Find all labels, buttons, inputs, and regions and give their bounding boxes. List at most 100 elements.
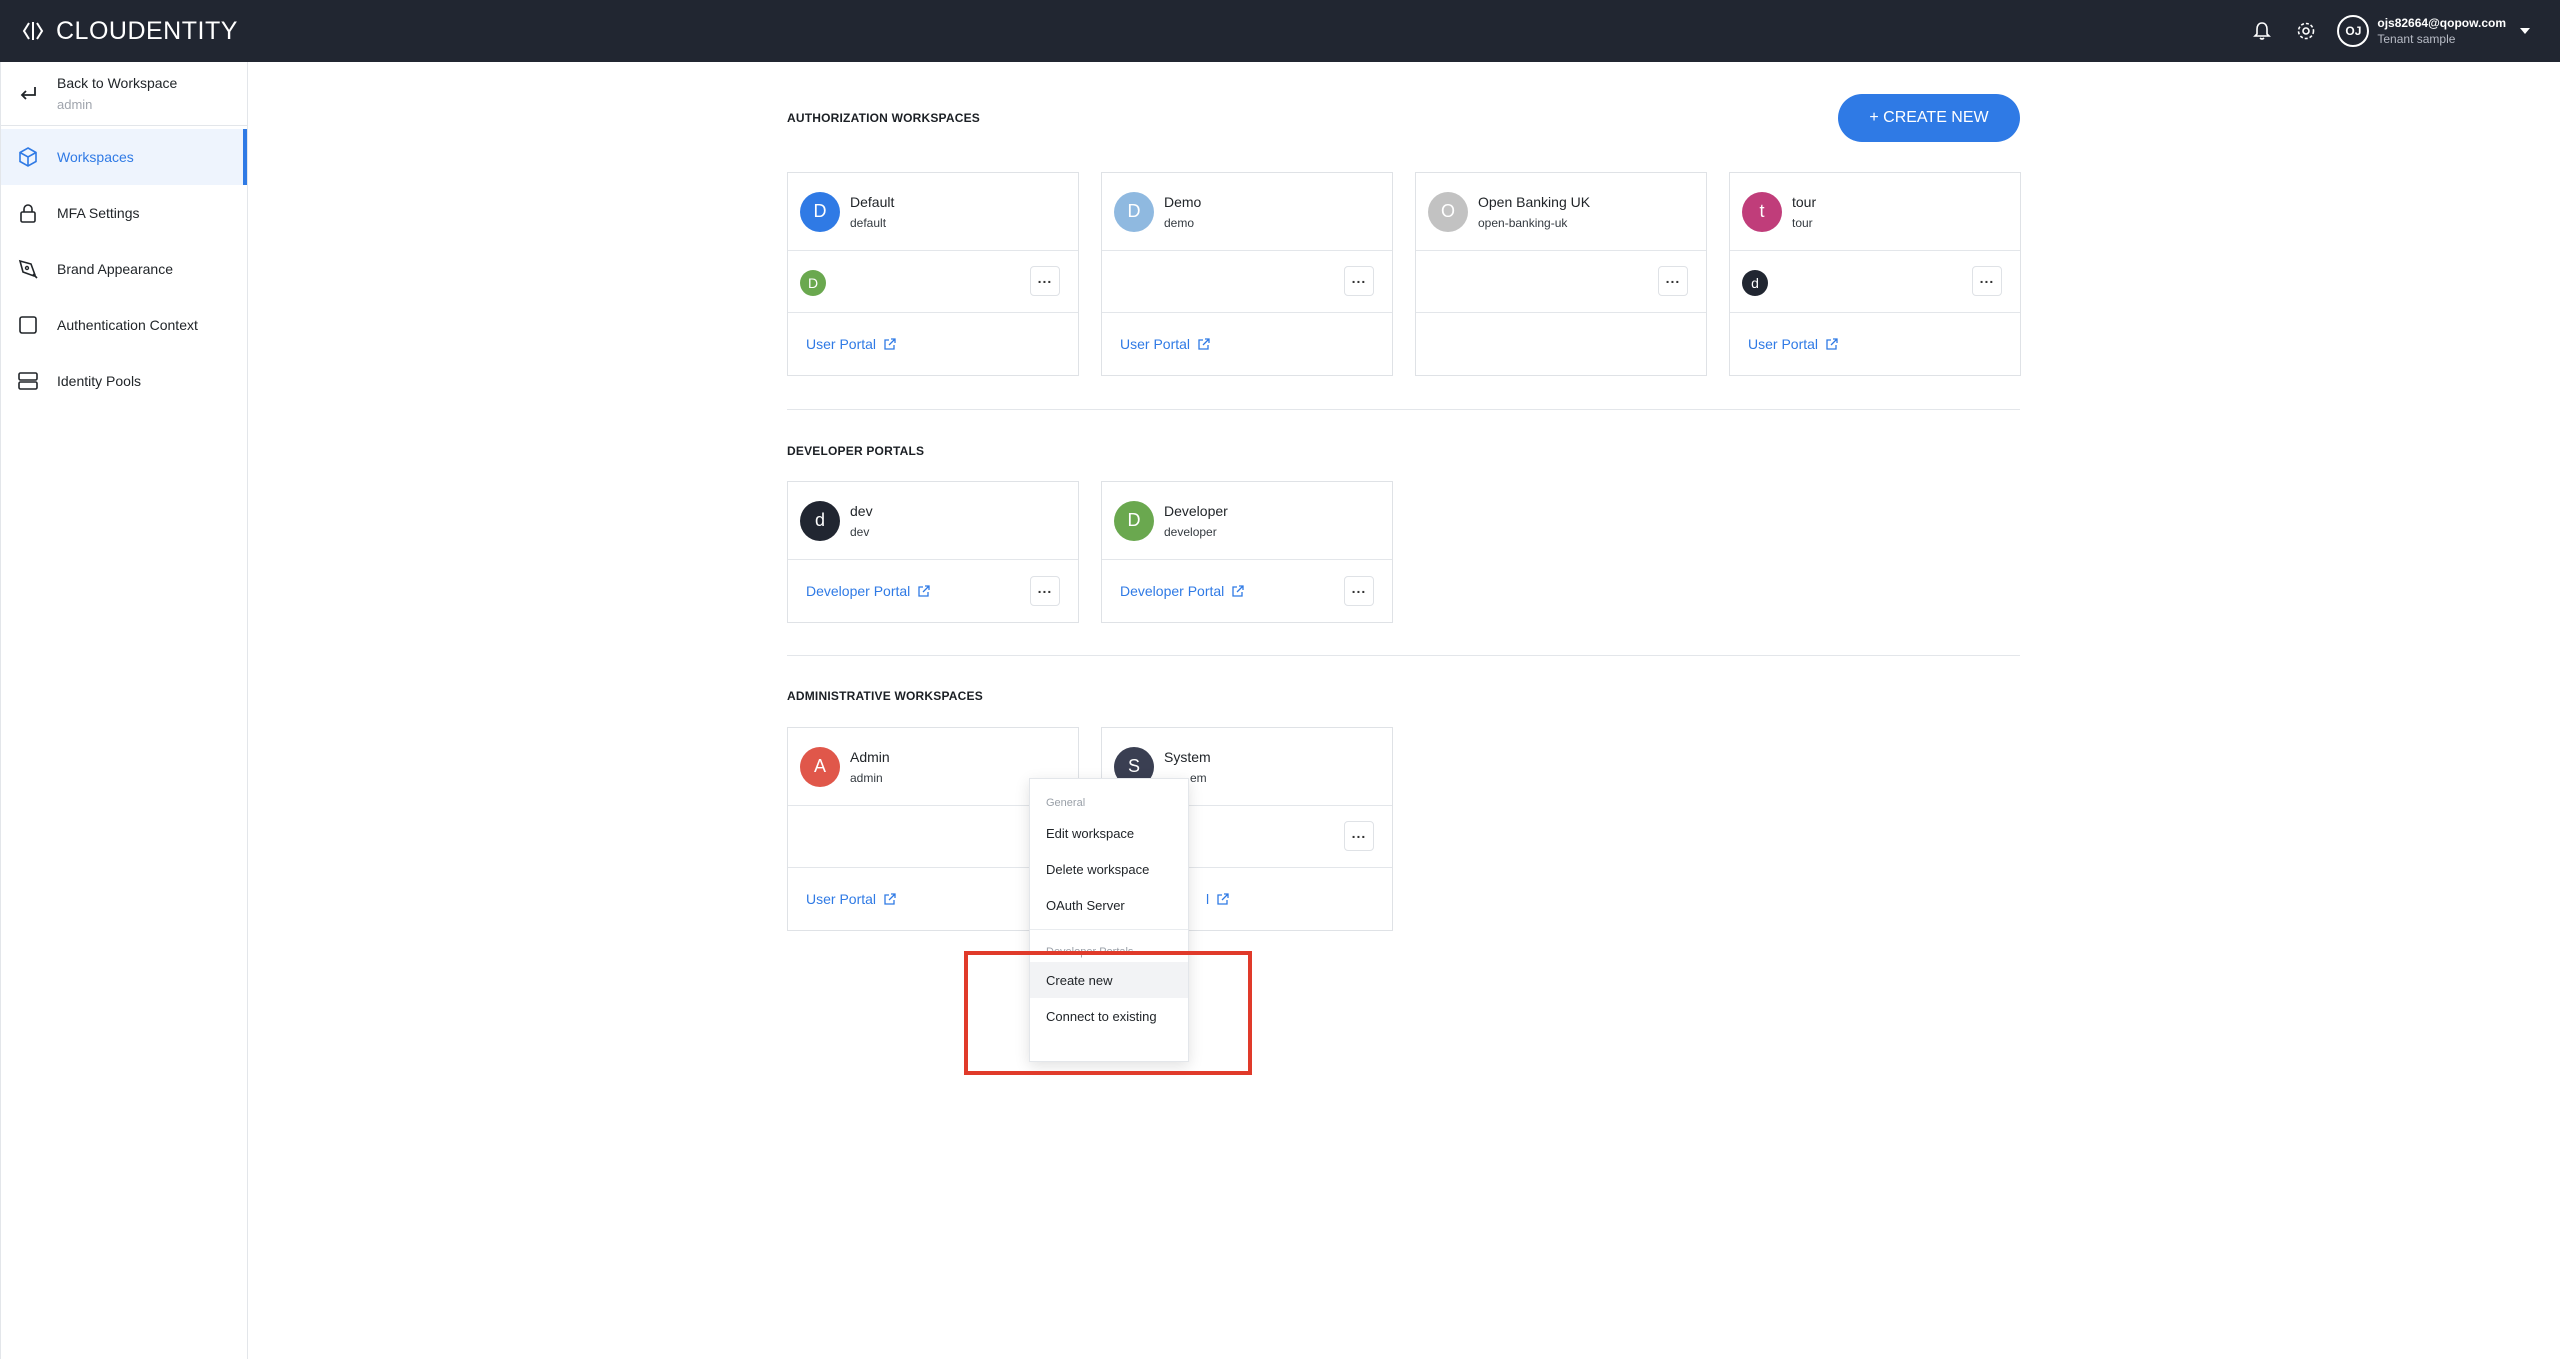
developer-portal-avatar[interactable]: d — [1742, 270, 1768, 296]
more-options-button[interactable]: ... — [1344, 266, 1374, 296]
more-options-button[interactable]: ... — [1030, 266, 1060, 296]
portal-name: dev — [850, 502, 873, 519]
section-divider — [787, 409, 2020, 410]
workspace-id: demo — [1164, 215, 1195, 230]
user-portal-link[interactable]: User Portal — [806, 891, 896, 907]
portal-avatar: d — [800, 500, 840, 541]
menu-item-edit-workspace[interactable]: Edit workspace — [1030, 815, 1188, 851]
chevron-down-icon[interactable] — [2520, 28, 2530, 34]
more-dots-icon: ... — [1351, 580, 1367, 596]
brand-logo[interactable]: CLOUDENTITY — [20, 0, 238, 62]
link-label: User Portal — [1748, 336, 1819, 352]
workspace-id: admin — [850, 770, 883, 785]
workspace-name: Open Banking UK — [1478, 193, 1591, 210]
user-portal-link[interactable]: User Portal — [806, 336, 896, 352]
workspace-card-default[interactable]: D Default default D ... User Portal — [787, 172, 1079, 376]
portal-avatar: D — [1114, 500, 1154, 541]
workspace-avatar: O — [1428, 191, 1468, 232]
lock-icon — [17, 202, 43, 224]
workspace-name: Demo — [1164, 193, 1202, 210]
workspace-avatar: D — [1114, 191, 1154, 232]
user-portal-link[interactable]: User Portal — [1120, 336, 1210, 352]
external-link-icon — [1826, 338, 1838, 350]
link-label: User Portal — [1120, 336, 1191, 352]
link-label: Developer Portal — [806, 583, 911, 599]
section-title-developer: DEVELOPER PORTALS — [787, 444, 925, 458]
workspace-name: System — [1164, 748, 1211, 765]
workspace-avatar: A — [800, 746, 840, 787]
square-icon — [17, 314, 43, 336]
more-dots-icon: ... — [1979, 270, 1995, 286]
portal-name: Developer — [1164, 502, 1228, 519]
sidebar-item-label: Workspaces — [57, 149, 134, 165]
portal-id: dev — [850, 524, 870, 539]
back-label: Back to Workspace — [57, 75, 178, 91]
workspace-id: default — [850, 215, 887, 230]
developer-portal-link[interactable]: Developer Portal — [1120, 583, 1244, 599]
cube-icon — [17, 146, 43, 168]
more-dots-icon: ... — [1351, 825, 1367, 841]
workspace-card-open-banking-uk[interactable]: O Open Banking UK open-banking-uk ... — [1415, 172, 1707, 376]
more-dots-icon: ... — [1037, 270, 1053, 286]
tenant-name: Tenant sample — [2377, 32, 2456, 46]
create-new-button[interactable]: + CREATE NEW — [1838, 94, 2020, 142]
link-label-fragment: l — [1206, 891, 1210, 907]
link-label: Developer Portal — [1120, 583, 1225, 599]
more-options-button[interactable]: ... — [1344, 821, 1374, 851]
workspace-name: Admin — [850, 748, 890, 765]
workspace-card-demo[interactable]: D Demo demo ... User Portal — [1101, 172, 1393, 376]
more-options-button[interactable]: ... — [1030, 576, 1060, 606]
back-to-workspace-link[interactable]: Back to Workspace admin — [1, 62, 247, 126]
back-sublabel: admin — [57, 97, 93, 112]
user-email: ojs82664@qopow.com — [2377, 16, 2506, 30]
more-options-button[interactable]: ... — [1658, 266, 1688, 296]
workspace-name: Default — [850, 193, 895, 210]
sidebar-item-workspaces[interactable]: Workspaces — [1, 129, 247, 185]
section-title-authorization: AUTHORIZATION WORKSPACES — [787, 111, 981, 125]
section-divider — [787, 655, 2020, 656]
sidebar-item-authentication-context[interactable]: Authentication Context — [1, 297, 247, 353]
developer-portal-avatar[interactable]: D — [800, 270, 826, 296]
bell-icon[interactable] — [2247, 16, 2277, 46]
more-dots-icon: ... — [1037, 580, 1053, 596]
menu-divider — [1030, 929, 1188, 930]
top-bar: CLOUDENTITY OJ ojs82664@qopow.com Tenant… — [0, 0, 2560, 62]
external-link-icon — [918, 585, 930, 597]
sidebar-item-identity-pools[interactable]: Identity Pools — [1, 353, 247, 409]
menu-item-delete-workspace[interactable]: Delete workspace — [1030, 851, 1188, 887]
workspace-id: open-banking-uk — [1478, 215, 1568, 230]
workspace-card-tour[interactable]: t tour tour d ... User Portal — [1729, 172, 2021, 376]
more-options-button[interactable]: ... — [1972, 266, 2002, 296]
brand-name: CLOUDENTITY — [56, 16, 238, 45]
workspace-avatar: D — [800, 191, 840, 232]
gear-icon[interactable] — [2291, 16, 2321, 46]
portal-id: developer — [1164, 524, 1217, 539]
menu-item-oauth-server[interactable]: OAuth Server — [1030, 887, 1188, 923]
highlight-annotation — [964, 951, 1252, 1075]
return-arrow-icon — [17, 83, 43, 105]
sidebar-item-label: Brand Appearance — [57, 261, 173, 277]
workspace-name: tour — [1792, 193, 1817, 210]
more-options-button[interactable]: ... — [1344, 576, 1374, 606]
developer-portal-link[interactable]: Developer Portal — [806, 583, 930, 599]
more-dots-icon: ... — [1351, 270, 1367, 286]
user-portal-link[interactable]: User Portal — [1748, 336, 1838, 352]
sidebar-item-mfa-settings[interactable]: MFA Settings — [1, 185, 247, 241]
section-title-administrative: ADMINISTRATIVE WORKSPACES — [787, 689, 983, 703]
user-menu[interactable]: ojs82664@qopow.com Tenant sample — [2377, 15, 2506, 47]
sidebar-item-label: Identity Pools — [57, 373, 142, 389]
logo-icon — [20, 18, 46, 44]
link-label: User Portal — [806, 891, 877, 907]
external-link-icon — [1217, 893, 1229, 905]
menu-group-general: General — [1046, 797, 1086, 809]
user-avatar[interactable]: OJ — [2337, 15, 2370, 47]
workspace-avatar: t — [1742, 191, 1782, 232]
workspace-id: tour — [1792, 215, 1813, 230]
external-link-icon — [884, 338, 896, 350]
sidebar-item-brand-appearance[interactable]: Brand Appearance — [1, 241, 247, 297]
more-dots-icon: ... — [1665, 270, 1681, 286]
sidebar-item-label: Authentication Context — [57, 317, 198, 333]
portal-card-developer[interactable]: D Developer developer Developer Portal .… — [1101, 481, 1393, 623]
link-label: User Portal — [806, 336, 877, 352]
portal-card-dev[interactable]: d dev dev Developer Portal ... — [787, 481, 1079, 623]
